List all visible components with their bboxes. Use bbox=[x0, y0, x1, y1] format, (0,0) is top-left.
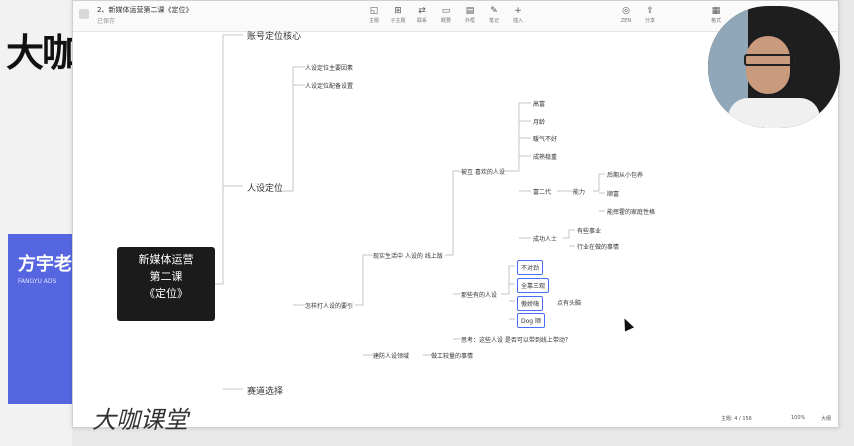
topic-persona[interactable]: 人设定位 bbox=[247, 181, 283, 194]
topic-persona-build[interactable]: 怎样打人设的要引 bbox=[305, 301, 353, 310]
banner-title: 方宇老 bbox=[18, 254, 72, 275]
topic-account-core[interactable]: 账号定位核心 bbox=[247, 29, 301, 42]
topic-ability[interactable]: 能力 bbox=[573, 187, 585, 196]
topic-avoid-note[interactable]: 做工较量的事情 bbox=[431, 351, 473, 360]
topic-sub-item[interactable]: 有些事业 bbox=[577, 226, 601, 235]
topic-boxed-item[interactable]: 不对劲 bbox=[517, 260, 544, 275]
topic-item[interactable]: 富二代 bbox=[533, 187, 551, 196]
topic-boxed-item[interactable]: 全靠三观 bbox=[517, 278, 550, 293]
root-topic[interactable]: 新媒体运营 第二课 《定位》 bbox=[117, 247, 215, 321]
topic-sub-item[interactable]: 能挥霍的家庭性格 bbox=[607, 207, 655, 216]
topic-item[interactable]: 月龄 bbox=[533, 117, 545, 126]
root-line-3: 《定位》 bbox=[144, 287, 188, 300]
topic-sub-item[interactable]: 后期从小包养 bbox=[607, 170, 643, 179]
presenter-shirt bbox=[728, 98, 820, 128]
topic-track[interactable]: 赛道选择 bbox=[247, 384, 283, 397]
topic-boxed-item[interactable]: Dog 顺 bbox=[517, 313, 546, 328]
banner-subtitle: FANGYU ADS bbox=[18, 278, 57, 285]
topic-item[interactable]: 成熟稳重 bbox=[533, 152, 557, 161]
topic-item[interactable]: 高富 bbox=[533, 99, 545, 108]
webcam-overlay bbox=[708, 6, 840, 128]
topic-other-persona[interactable]: 那些有的人设 bbox=[461, 290, 497, 299]
background-logo: 大咖 bbox=[6, 31, 80, 75]
topic-item[interactable]: 成功人士 bbox=[533, 234, 557, 243]
topic-item[interactable]: 暖气不好 bbox=[533, 134, 557, 143]
topic-persona-tips[interactable]: 人设定位配备设置 bbox=[305, 81, 353, 90]
status-topic-count: 主题: 4 / 156 bbox=[721, 416, 752, 422]
topic-liked-persona[interactable]: 被互 喜欢的人设 bbox=[461, 167, 505, 176]
topic-avoid-persona[interactable]: 建防人设领域 bbox=[373, 351, 409, 360]
topic-persona-factors[interactable]: 人设定位主要因素 bbox=[305, 63, 353, 72]
watermark-logo: 大咖课堂 bbox=[92, 406, 188, 434]
topic-online-version[interactable]: 现实生活中 人设的 线上版 bbox=[373, 251, 443, 260]
status-zoom[interactable]: 100% bbox=[791, 415, 805, 421]
topic-question[interactable]: 思考：这些人设 是否可以带到线上带动？ bbox=[461, 335, 571, 344]
topic-boxed-item[interactable]: 傲娇嗨 bbox=[517, 296, 544, 311]
presenter-glasses bbox=[744, 54, 796, 66]
root-line-1: 新媒体运营 bbox=[138, 253, 194, 266]
topic-sub-item[interactable]: 顺富 bbox=[607, 189, 619, 198]
topic-box-note[interactable]: 点有头脑 bbox=[557, 298, 581, 307]
root-line-2: 第二课 bbox=[149, 270, 183, 283]
status-outline-button[interactable]: 大纲 bbox=[821, 415, 831, 422]
topic-sub-item[interactable]: 行业在做的事情 bbox=[577, 242, 619, 251]
